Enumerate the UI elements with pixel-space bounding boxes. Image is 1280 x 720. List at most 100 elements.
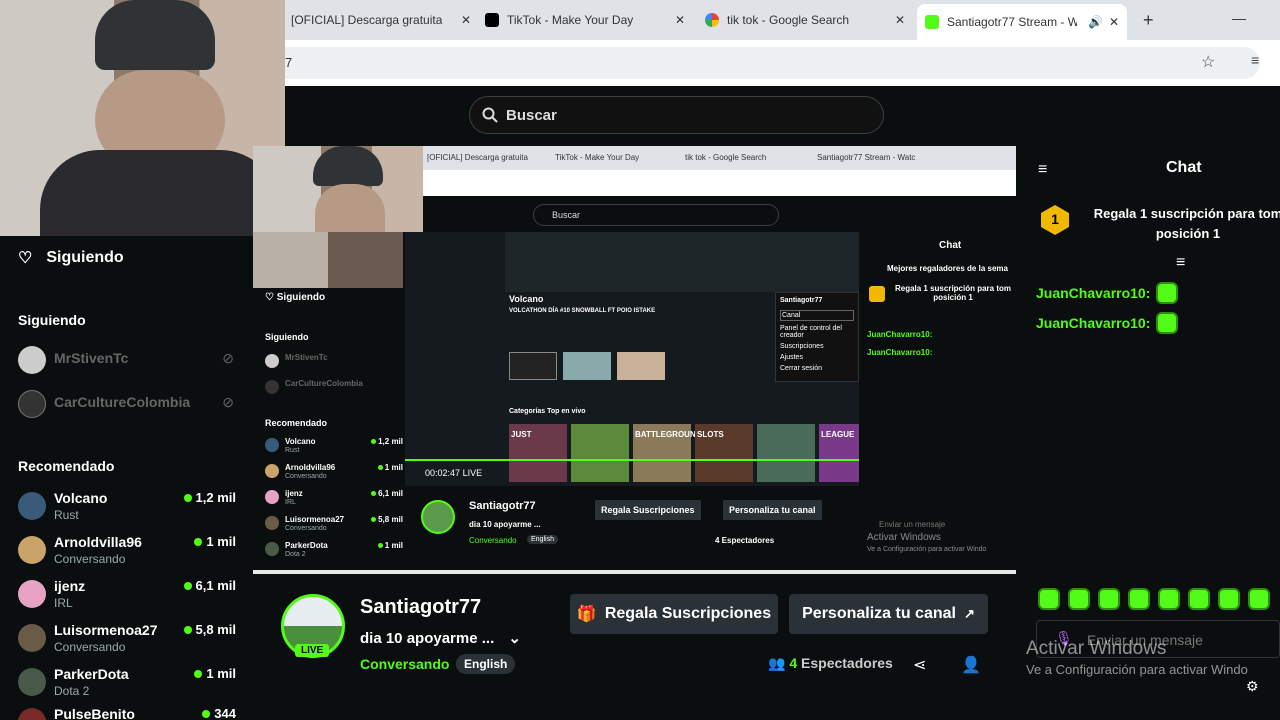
viewer-count: 1 mil: [194, 534, 236, 549]
category-card: BATTLEGROUNDS: [633, 424, 707, 482]
search-placeholder: Buscar: [506, 106, 557, 124]
chat-message[interactable]: JuanChavarro10:: [1036, 312, 1179, 334]
emote-icon[interactable]: [1038, 588, 1060, 610]
browser-tab-active[interactable]: Santiagotr77 Stream - W 🔊 ✕: [917, 4, 1127, 40]
nested-user-menu: Santiagotr77 Canal Panel de control del …: [775, 292, 859, 382]
add-user-icon[interactable]: 👤: [961, 655, 981, 675]
url-field[interactable]: 7: [285, 47, 1260, 79]
search-input[interactable]: Buscar: [469, 96, 884, 134]
customize-channel-button[interactable]: Personaliza tu canal ↗: [789, 594, 988, 634]
nested-stream-language: English: [527, 535, 558, 544]
nested-tab: [OFICIAL] Descarga gratuita: [427, 153, 528, 162]
close-icon[interactable]: ✕: [675, 13, 685, 27]
sidebar-title[interactable]: ♡ Siguiendo: [18, 248, 124, 268]
sidebar-item-recommended[interactable]: ParkerDota Dota 2 1 mil: [18, 664, 240, 704]
expand-icon[interactable]: ≡: [1176, 254, 1185, 272]
chat-username[interactable]: JuanChavarro10:: [1036, 285, 1150, 301]
sidebar-item-recommended[interactable]: ijenz IRL 6,1 mil: [18, 576, 240, 616]
nested-channel-category: Dota 2: [285, 551, 306, 558]
nested-recommended-item: ParkerDota Dota 2 1 mil: [265, 540, 403, 564]
minimize-button[interactable]: —: [1232, 10, 1246, 26]
browser-tab[interactable]: tik tok - Google Search ✕: [705, 6, 905, 34]
search-icon: [482, 107, 498, 123]
settings-icon[interactable]: ⚙: [1246, 678, 1259, 695]
nested-video-subtitle: VOLCATHON DÍA #10 SNOWBALL FT POIO ISTAK…: [509, 308, 656, 314]
nested-live-label: LIVE: [462, 468, 483, 478]
viewer-count: 344: [202, 706, 236, 720]
sidebar-item-following[interactable]: MrStivenTc ⊘: [18, 342, 240, 382]
chat-username[interactable]: JuanChavarro10:: [1036, 315, 1150, 331]
nested-channel-category: Conversando: [285, 473, 327, 480]
emote-icon[interactable]: [1098, 588, 1120, 610]
collapse-chat-icon[interactable]: ≡: [1038, 161, 1047, 179]
share-icon[interactable]: ⋖: [913, 655, 926, 675]
chat-message[interactable]: JuanChavarro10:: [1036, 282, 1179, 304]
stream-category[interactable]: Conversando: [360, 656, 449, 672]
nested-sidebar-title: ♡ Siguiendo: [265, 292, 325, 303]
nested-channel-category: Rust: [285, 447, 300, 454]
sidebar-item-following[interactable]: CarCultureColombia ⊘: [18, 386, 240, 426]
tab-label: Santiagotr77 Stream - W: [947, 15, 1077, 29]
nested-watermark: Activar Windows: [867, 532, 941, 543]
heart-icon: ♡: [265, 292, 277, 303]
channel-category: Dota 2: [54, 684, 90, 698]
sidebar-item-recommended[interactable]: Volcano Rust 1,2 mil: [18, 488, 240, 528]
viewer-count: 5,8 mil: [183, 622, 236, 637]
chevron-down-icon[interactable]: ⌄: [508, 630, 521, 647]
viewers-label: Espectadores: [801, 655, 893, 671]
emote-icon[interactable]: [1128, 588, 1150, 610]
nested-channel-name: Arnoldvilla96: [285, 463, 336, 472]
emote-icon[interactable]: [1188, 588, 1210, 610]
nested-channel-name: Volcano: [285, 437, 316, 446]
tab-label: [OFICIAL] Descarga gratuita: [291, 13, 443, 27]
streamer-name[interactable]: Santiagotr77: [360, 596, 481, 619]
language-badge[interactable]: English: [456, 654, 516, 674]
nested-watermark: Ve a Configuración para activar Windo: [867, 546, 987, 553]
new-tab-button[interactable]: +: [1143, 10, 1154, 31]
sidebar-item-recommended[interactable]: Luisormenoa27 Conversando 5,8 mil: [18, 620, 240, 660]
browser-tab[interactable]: [OFICIAL] Descarga gratuita ✕: [291, 6, 471, 34]
close-icon[interactable]: ✕: [461, 13, 471, 27]
nested-time-value: 00:02:47: [425, 468, 461, 478]
nested-channel-name: Luisormenoa27: [285, 515, 345, 524]
nested-thumb: [563, 352, 611, 380]
channel-category: IRL: [54, 596, 73, 610]
nested-stream-info: Santiagotr77 dia 10 apoyarme ... Convers…: [405, 490, 859, 570]
emote-icon[interactable]: [1218, 588, 1240, 610]
gift-rank-badge: 1: [1038, 203, 1072, 237]
emote-icon[interactable]: [1248, 588, 1270, 610]
gift-subscriptions-label: Regala Suscripciones: [604, 605, 772, 622]
sidebar-item-recommended[interactable]: PulseBenito 344: [18, 704, 240, 720]
playlist-icon[interactable]: ≡: [1251, 52, 1259, 68]
stream-title[interactable]: dia 10 apoyarme ... ⌄: [360, 629, 521, 647]
nested-viewers-value: 5,8 mil: [378, 515, 403, 524]
nested-header: Buscar: [423, 196, 1016, 232]
star-icon[interactable]: ☆: [1201, 52, 1215, 72]
close-icon[interactable]: ✕: [895, 13, 905, 27]
stream-video-player[interactable]: [OFICIAL] Descarga gratuita TikTok - Mak…: [253, 146, 1016, 574]
emote-icon[interactable]: [1068, 588, 1090, 610]
nested-menu-item: Cerrar sesión: [780, 365, 823, 372]
emote-icon[interactable]: [1158, 588, 1180, 610]
nested-menu-item: Canal: [780, 310, 854, 321]
speaker-icon[interactable]: 🔊: [1088, 15, 1103, 29]
close-icon[interactable]: ✕: [1109, 15, 1119, 29]
browser-tab[interactable]: TikTok - Make Your Day ✕: [485, 6, 685, 34]
progress-bar[interactable]: [405, 459, 859, 461]
gift-rank-number: 1: [1051, 211, 1059, 227]
kick-icon: [925, 15, 939, 29]
gift-subscriptions-button[interactable]: 🎁 Regala Suscripciones: [570, 594, 778, 634]
gift-text[interactable]: Regala 1 suscripción para tom posición 1: [1088, 204, 1280, 244]
following-heading: Siguiendo: [18, 312, 86, 328]
nested-video-header: Volcano: [509, 294, 544, 304]
nested-addressbar: [423, 170, 1016, 196]
sidebar-item-recommended[interactable]: Arnoldvilla96 Conversando 1 mil: [18, 532, 240, 572]
tab-label: tik tok - Google Search: [727, 13, 850, 27]
tab-label: TikTok - Make Your Day: [507, 13, 634, 27]
nested-channel-name: CarCultureColombia: [285, 379, 363, 388]
channel-name: Volcano: [54, 490, 108, 506]
nested-chat-msg: JuanChavarro10:: [867, 348, 933, 357]
browser-addressbar: 7 ☆ ≡: [285, 40, 1280, 86]
channel-name: ParkerDota: [54, 666, 129, 682]
url-text: 7: [285, 55, 293, 70]
